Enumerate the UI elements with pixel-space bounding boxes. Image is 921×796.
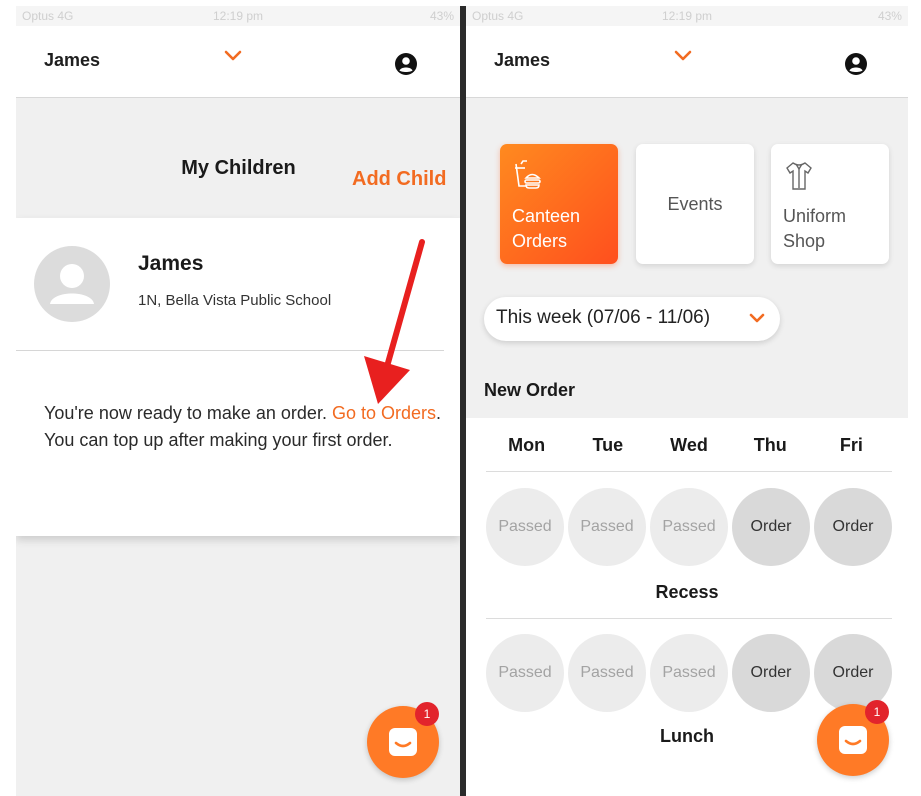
chevron-down-icon[interactable] — [222, 48, 244, 64]
top-up-message: You can top up after making your first o… — [44, 430, 393, 450]
lunch-slot-mon: Passed — [486, 634, 564, 712]
day-thu: Thu — [753, 435, 787, 455]
tile-events[interactable]: Events — [636, 144, 754, 264]
battery-label: 43% — [429, 9, 454, 23]
day-tue: Tue — [592, 435, 624, 455]
avatar-placeholder-icon — [50, 264, 94, 304]
recess-slot-fri[interactable]: Order — [814, 488, 892, 566]
lunch-slot-thu[interactable]: Order — [732, 634, 810, 712]
chat-badge: 1 — [415, 702, 439, 726]
app-header: James — [466, 26, 908, 98]
carrier-label: Optus 4G — [472, 9, 524, 23]
lunch-slot-wed: Passed — [650, 634, 728, 712]
clock-label: 12:19 pm — [661, 9, 713, 23]
shirt-icon — [786, 162, 812, 190]
clock-label: 12:19 pm — [212, 9, 264, 23]
chat-button[interactable]: 1 — [817, 700, 889, 776]
chat-button[interactable]: 1 — [367, 702, 439, 778]
ready-message-text: You're now ready to make an order. — [44, 403, 332, 423]
battery-label: 43% — [877, 9, 902, 23]
tile-uniform-shop[interactable]: Uniform Shop — [771, 144, 889, 264]
user-circle-icon[interactable] — [394, 52, 418, 76]
child-selector-name[interactable]: James — [44, 50, 100, 71]
chat-badge: 1 — [865, 700, 889, 724]
week-selector-label: This week (07/06 - 11/06) — [496, 307, 711, 328]
recess-slot-mon: Passed — [486, 488, 564, 566]
user-circle-icon[interactable] — [844, 52, 868, 76]
recess-slot-tue: Passed — [568, 488, 646, 566]
ready-message: You're now ready to make an order. Go to… — [44, 400, 444, 454]
lunch-slot-tue: Passed — [568, 634, 646, 712]
day-wed: Wed — [670, 435, 708, 455]
right-phone-screen: Optus 4G 12:19 pm 43% James Canteen Orde… — [466, 6, 908, 796]
week-selector[interactable]: This week (07/06 - 11/06) — [484, 297, 780, 341]
left-phone-screen: Optus 4G 12:19 pm 43% James My Children … — [16, 6, 460, 796]
day-mon: Mon — [508, 435, 546, 455]
app-header: James — [16, 26, 460, 98]
tile-label: Uniform Shop — [783, 206, 847, 251]
chat-icon — [389, 728, 417, 756]
status-bar: Optus 4G 12:19 pm 43% — [466, 6, 908, 26]
chevron-down-icon — [749, 313, 765, 323]
canteen-icon — [515, 160, 541, 189]
tile-label: Canteen Orders — [512, 206, 581, 251]
recess-row: Passed Passed Passed Order Order — [486, 488, 892, 568]
tile-label: Events — [667, 194, 723, 214]
tile-canteen-orders[interactable]: Canteen Orders — [500, 144, 618, 264]
ready-message-dot: . — [436, 403, 442, 423]
child-school: 1N, Bella Vista Public School — [138, 292, 332, 309]
recess-slot-thu[interactable]: Order — [732, 488, 810, 566]
page-title: My Children — [181, 157, 296, 179]
chat-icon — [839, 726, 867, 754]
recess-label: Recess — [655, 582, 719, 602]
arrow-annotation — [364, 239, 425, 404]
lunch-row: Passed Passed Passed Order Order — [486, 634, 892, 714]
avatar — [34, 246, 110, 322]
child-selector-name[interactable]: James — [494, 50, 550, 71]
child-name: James — [138, 252, 204, 275]
go-to-orders-link[interactable]: Go to Orders — [332, 403, 436, 423]
recess-slot-wed: Passed — [650, 488, 728, 566]
screenshot-frame: Optus 4G 12:19 pm 43% James My Children … — [0, 0, 921, 796]
new-order-heading: New Order — [484, 380, 576, 400]
day-fri: Fri — [839, 435, 863, 455]
carrier-label: Optus 4G — [22, 9, 74, 23]
add-child-button[interactable]: Add Child — [352, 168, 446, 191]
status-bar: Optus 4G 12:19 pm 43% — [16, 6, 460, 26]
weekday-header: Mon Tue Wed Thu Fri — [486, 418, 892, 472]
chevron-down-icon[interactable] — [672, 48, 694, 64]
row-divider — [486, 618, 892, 619]
